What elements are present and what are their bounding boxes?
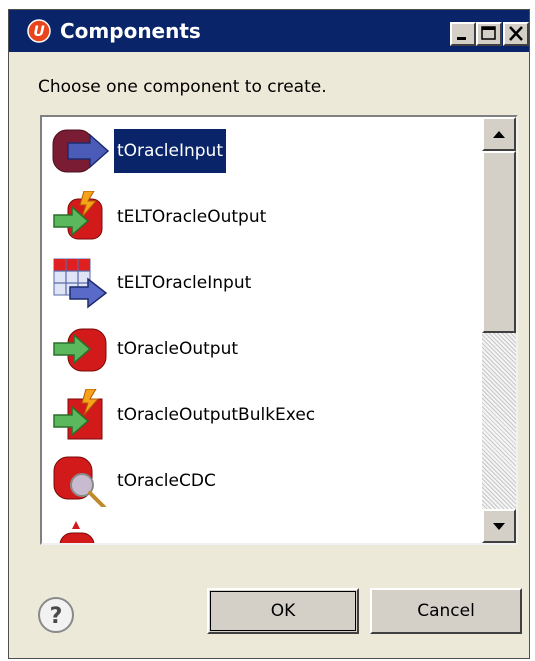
oracle-cdc-icon [53, 456, 106, 507]
oracle-partial-icon [59, 521, 95, 543]
arrow-up-icon [493, 131, 505, 138]
dialog-prompt: Choose one component to create. [38, 77, 327, 97]
ok-button[interactable]: OK [207, 588, 359, 634]
list-item-toracleoutputbulkexec[interactable]: tOracleOutputBulkExec [42, 381, 482, 447]
vertical-scrollbar[interactable] [482, 117, 516, 543]
close-button[interactable] [503, 22, 529, 46]
list-item-teltoracleoutput[interactable]: tELTOracleOutput [42, 183, 482, 249]
minimize-icon [457, 37, 466, 40]
title-bar[interactable]: U Components [9, 10, 529, 52]
oracle-output-icon [53, 328, 107, 372]
svg-text:U: U [33, 24, 45, 40]
list-item-label: tELTOracleInput [117, 273, 252, 293]
list-item-label: tOracleCDC [117, 471, 216, 491]
svg-text:?: ? [50, 604, 63, 629]
talend-icon: U [27, 19, 51, 43]
minimize-button[interactable] [450, 22, 476, 46]
list-item-label: tOracleOutputBulkExec [117, 405, 316, 425]
components-dialog: U Components Choose one component to cre… [8, 9, 530, 659]
list-item-teltoracleinput[interactable]: tELTOracleInput [42, 249, 482, 315]
component-list[interactable]: tOracleInput tELTOracleOutput tELTOracle… [40, 115, 518, 545]
list-item-label [114, 525, 120, 543]
help-icon[interactable]: ? [37, 596, 75, 634]
list-item-partial[interactable] [42, 513, 482, 543]
window-title: Components [60, 19, 201, 43]
component-list-rows: tOracleInput tELTOracleOutput tELTOracle… [42, 117, 482, 543]
scrollbar-thumb[interactable] [482, 151, 516, 333]
scroll-down-button[interactable] [482, 509, 516, 543]
list-item-toracleinput[interactable]: tOracleInput [42, 117, 482, 183]
scroll-up-button[interactable] [482, 117, 516, 151]
elt-oracle-output-icon [53, 191, 103, 240]
oracle-output-bulk-exec-icon [53, 389, 103, 440]
list-item-label: tELTOracleOutput [117, 207, 267, 227]
maximize-button[interactable] [476, 22, 502, 46]
close-icon [509, 26, 523, 41]
elt-oracle-input-icon [53, 258, 108, 309]
maximize-icon [481, 26, 496, 40]
list-item-toracleoutput[interactable]: tOracleOutput [42, 315, 482, 381]
arrow-down-icon [493, 523, 505, 530]
list-item-toraclecdc[interactable]: tOracleCDC [42, 447, 482, 513]
oracle-input-icon [52, 129, 110, 173]
cancel-button[interactable]: Cancel [370, 588, 522, 634]
list-item-label: tOracleInput [114, 129, 227, 173]
list-item-label: tOracleOutput [117, 339, 239, 359]
